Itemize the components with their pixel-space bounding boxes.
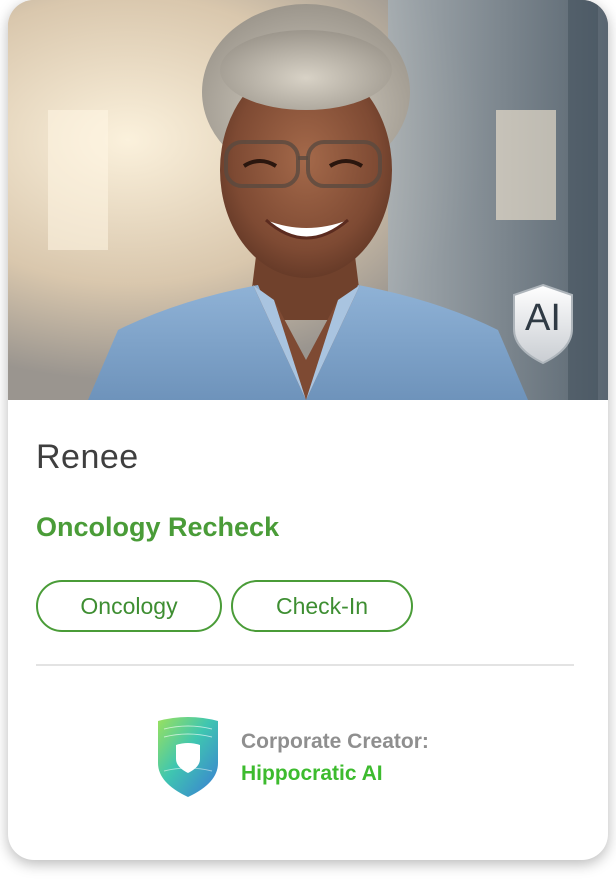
tag-list: Oncology Check-In — [36, 580, 413, 632]
hippocratic-logo-icon — [154, 715, 222, 799]
ai-badge: AI — [510, 283, 576, 365]
agent-name: Renee — [36, 438, 139, 476]
creator-label: Corporate Creator: — [241, 730, 429, 753]
creator-name[interactable]: Hippocratic AI — [241, 762, 383, 786]
ai-badge-label: AI — [525, 297, 561, 339]
agent-card[interactable]: AI Renee Oncology Recheck Oncology Check… — [8, 0, 608, 860]
agent-title: Oncology Recheck — [36, 512, 280, 542]
divider — [36, 664, 574, 666]
tag-oncology[interactable]: Oncology — [36, 580, 222, 632]
tag-check-in[interactable]: Check-In — [231, 580, 413, 632]
profile-photo: AI — [8, 0, 608, 400]
